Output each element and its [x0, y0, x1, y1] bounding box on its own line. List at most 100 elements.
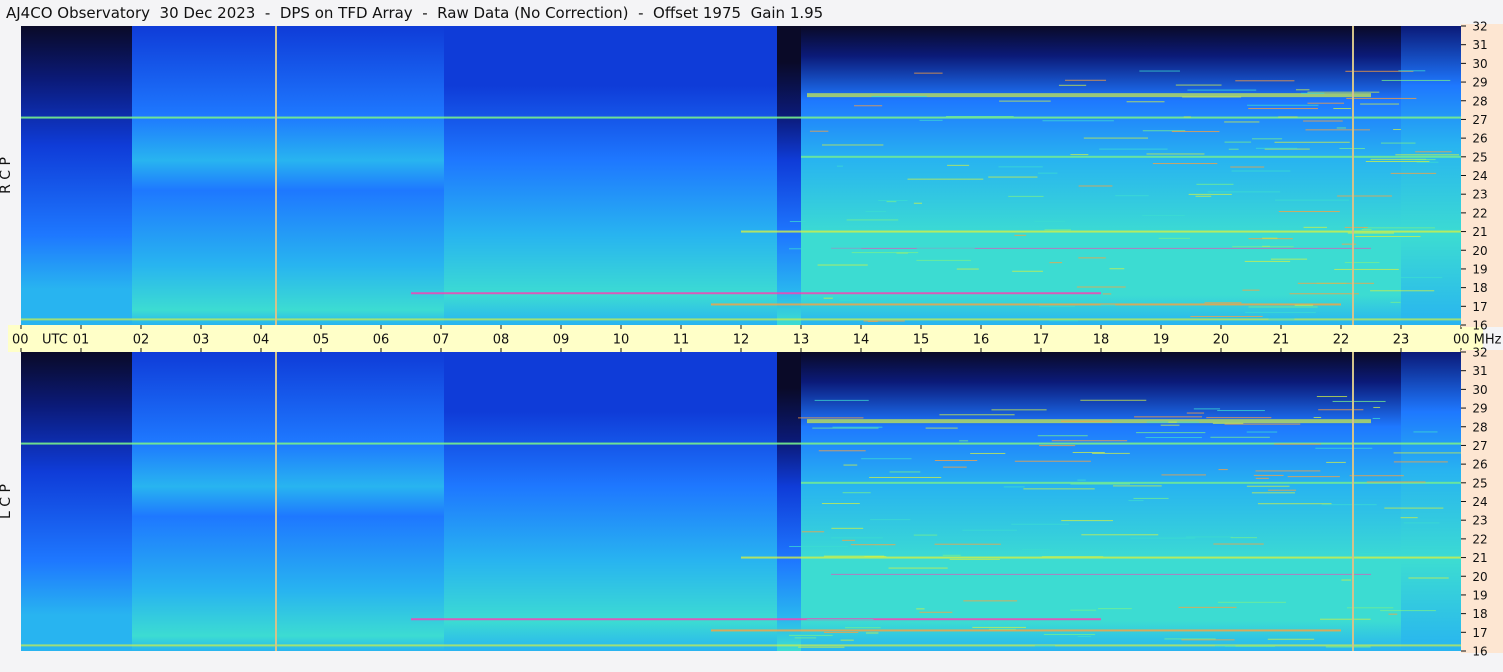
signal-streak	[1168, 421, 1177, 423]
signal-streak	[888, 567, 948, 569]
signal-streak	[1049, 320, 1079, 322]
signal-streak	[1011, 523, 1070, 525]
signal-streak	[1081, 534, 1159, 536]
signal-streak	[1235, 80, 1295, 82]
signal-streak	[1346, 97, 1417, 99]
signal-streak	[1207, 191, 1281, 193]
y-tick-label: 27	[1472, 439, 1487, 453]
signal-streak	[1244, 260, 1291, 262]
signal-streak	[789, 221, 806, 223]
signal-streak	[801, 531, 825, 533]
interference-band	[801, 481, 1461, 484]
signal-streak	[823, 555, 885, 557]
signal-streak	[913, 202, 923, 204]
signal-streak	[1255, 147, 1298, 149]
signal-streak	[1078, 257, 1106, 259]
signal-streak	[1014, 234, 1027, 236]
signal-streak	[1077, 479, 1086, 481]
signal-streak	[1262, 237, 1278, 239]
signal-streak	[1326, 461, 1346, 463]
signal-streak	[1139, 70, 1180, 72]
signal-streak	[869, 476, 942, 478]
signal-streak	[1289, 293, 1359, 295]
signal-streak	[854, 105, 883, 107]
heatmap-segment	[21, 352, 132, 651]
signal-streak	[1212, 422, 1244, 424]
x-tick-label: 12	[733, 333, 750, 348]
signal-streak	[913, 534, 938, 536]
signal-streak	[844, 627, 881, 629]
interference-band	[411, 292, 1101, 295]
signal-streak	[1215, 645, 1236, 647]
signal-streak	[1393, 452, 1465, 454]
spectrogram-panel-rcp: R C P	[0, 26, 1461, 325]
signal-streak	[1112, 485, 1162, 487]
signal-streak	[1217, 601, 1287, 603]
signal-streak	[1390, 172, 1437, 174]
signal-streak	[1232, 246, 1294, 248]
signal-streak	[789, 546, 848, 548]
interference-band	[21, 318, 1461, 321]
signal-streak	[865, 632, 879, 634]
signal-streak	[1341, 579, 1352, 581]
signal-streak	[925, 427, 958, 429]
spectrogram-chart: R C P L C P 00 01 02 03 04 05 06 07 08 09 10 11 12 13 1…	[0, 20, 1503, 659]
y-tick-label: 21	[1472, 551, 1487, 565]
signal-streak	[871, 95, 927, 97]
signal-streak	[1303, 120, 1343, 122]
signal-streak	[818, 450, 866, 452]
signal-streak	[1303, 226, 1327, 228]
signal-streak	[1403, 522, 1440, 524]
signal-streak	[865, 210, 887, 212]
y-tick-label: 21	[1472, 225, 1487, 239]
signal-streak	[1313, 416, 1322, 418]
y-tick-label: 18	[1472, 607, 1487, 621]
signal-streak	[1245, 311, 1316, 313]
signal-streak	[1228, 148, 1239, 150]
signal-streak	[1319, 618, 1371, 620]
signal-streak	[1217, 410, 1265, 412]
x-tick-label: 08	[493, 333, 510, 348]
interference-band	[831, 247, 1371, 249]
x-tick-label: 14	[853, 333, 870, 348]
signal-streak	[812, 427, 879, 429]
signal-streak	[1145, 437, 1202, 439]
signal-streak	[1206, 417, 1272, 419]
y-tick-label: 23	[1472, 188, 1487, 202]
signal-streak	[1360, 103, 1400, 105]
heatmap-segment	[444, 352, 777, 651]
y-tick-label: 16	[1472, 645, 1487, 659]
panel-label: R C P	[0, 157, 14, 194]
y-tick-label: 25	[1472, 150, 1487, 164]
signal-streak	[939, 414, 1015, 416]
interference-band	[831, 573, 1371, 575]
signal-streak	[1034, 645, 1055, 647]
signal-streak	[839, 299, 854, 301]
signal-streak	[1230, 537, 1257, 539]
signal-streak	[1414, 159, 1436, 161]
signal-streak	[949, 558, 1000, 560]
signal-streak	[1061, 520, 1113, 522]
y-tick-label: 19	[1472, 262, 1487, 276]
signal-streak	[815, 271, 839, 273]
y-tick-label: 32	[1472, 20, 1487, 34]
signal-streak	[1058, 84, 1087, 86]
y-tick-label: 25	[1472, 476, 1487, 490]
signal-streak	[860, 587, 880, 589]
signal-streak	[1014, 460, 1091, 462]
signal-streak	[1307, 102, 1345, 104]
x-tick-label: 09	[553, 333, 570, 348]
signal-streak	[1083, 137, 1148, 139]
y-tick-label: 29	[1472, 76, 1487, 90]
signal-streak	[1187, 89, 1257, 91]
signal-streak	[1393, 461, 1448, 463]
signal-streak	[1021, 549, 1051, 551]
signal-streak	[798, 646, 845, 648]
signal-streak	[1100, 304, 1116, 306]
x-tick-label: 03	[193, 333, 210, 348]
signal-streak	[1361, 229, 1372, 231]
heatmap-segment	[801, 352, 1401, 651]
signal-streak	[1097, 608, 1132, 610]
signal-streak	[1164, 638, 1216, 640]
y-tick-label: 30	[1472, 57, 1487, 71]
